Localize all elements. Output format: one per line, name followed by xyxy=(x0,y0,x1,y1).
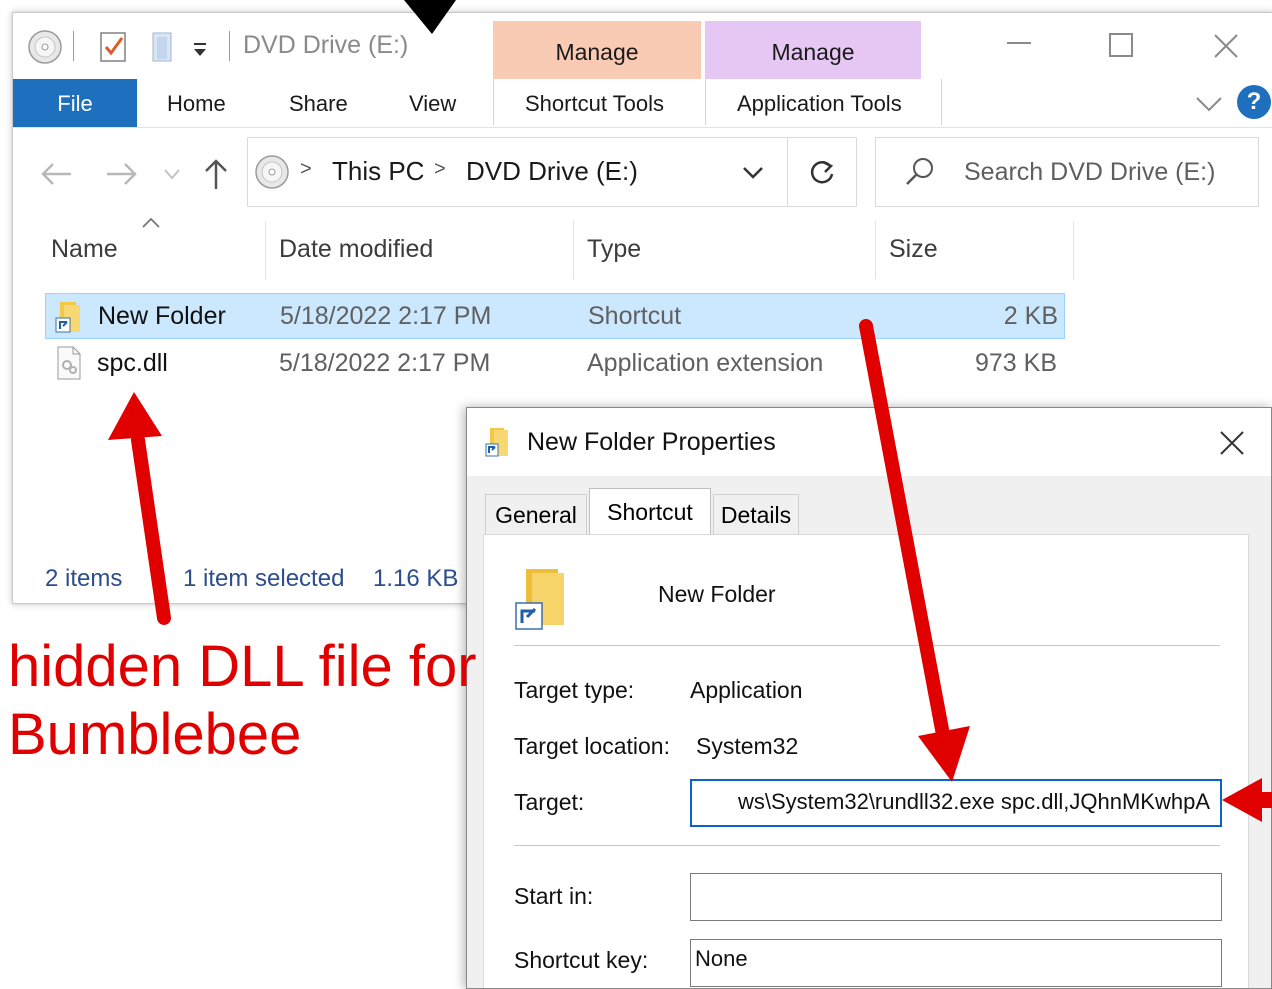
minimize-icon[interactable] xyxy=(1007,41,1033,45)
ribbon-bottom-border xyxy=(13,127,1272,128)
target-type-label: Target type: xyxy=(514,677,635,703)
breadcrumb-dvd-drive[interactable]: DVD Drive (E:) xyxy=(466,156,638,187)
target-field[interactable]: ws\System32\rundll32.exe spc.dll,JQhnMKw… xyxy=(690,779,1222,827)
tab-application-tools[interactable]: Application Tools xyxy=(737,91,902,117)
search-icon xyxy=(906,158,933,185)
status-item-count: 2 items xyxy=(45,565,123,592)
properties-check-icon[interactable] xyxy=(99,29,129,63)
manage-application-label: Manage xyxy=(771,39,855,65)
file-tab-label: File xyxy=(57,91,93,116)
dvd-icon[interactable] xyxy=(27,29,63,65)
target-location-label: Target location: xyxy=(514,733,670,759)
annotation-line-2: Bumblebee xyxy=(8,702,302,767)
folder-icon[interactable] xyxy=(149,31,175,65)
maximize-icon[interactable] xyxy=(1109,33,1135,59)
address-bar[interactable]: > This PC > DVD Drive (E:) xyxy=(247,137,789,207)
shortcut-key-field[interactable]: None xyxy=(690,939,1222,987)
panel-divider xyxy=(514,845,1220,846)
title-divider xyxy=(229,31,230,61)
recent-locations-icon[interactable] xyxy=(163,167,181,181)
column-header-name[interactable]: Name xyxy=(51,235,118,264)
refresh-button[interactable] xyxy=(787,137,857,207)
column-header-size[interactable]: Size xyxy=(889,235,938,264)
file-size: 973 KB xyxy=(974,349,1057,377)
window-title: DVD Drive (E:) xyxy=(243,31,409,59)
dropdown-icon[interactable] xyxy=(191,41,209,59)
sort-up-icon xyxy=(142,217,160,228)
ribbon-divider xyxy=(941,79,942,125)
tab-view[interactable]: View xyxy=(409,91,456,117)
chevron-down-icon[interactable] xyxy=(1195,95,1223,113)
help-icon[interactable]: ? xyxy=(1237,85,1271,119)
tab-home[interactable]: Home xyxy=(167,91,226,117)
target-label: Target: xyxy=(514,789,585,815)
shortcut-folder-icon xyxy=(485,428,508,457)
manage-shortcut-header[interactable]: Manage xyxy=(493,21,701,79)
file-date: 5/18/2022 2:17 PM xyxy=(280,302,492,330)
panel-divider xyxy=(514,645,1220,646)
breadcrumb-this-pc[interactable]: This PC xyxy=(332,156,424,187)
help-label: ? xyxy=(1246,88,1262,115)
quick-access-divider xyxy=(73,31,74,61)
tab-shortcut-tools[interactable]: Shortcut Tools xyxy=(525,91,664,117)
tab-details[interactable]: Details xyxy=(713,494,799,534)
column-header-type[interactable]: Type xyxy=(587,235,641,264)
breadcrumb-separator: > xyxy=(434,158,446,180)
target-field-value: ws\System32\rundll32.exe spc.dll,JQhnMKw… xyxy=(738,789,1210,814)
file-row-spc-dll[interactable]: spc.dll 5/18/2022 2:17 PM Application ex… xyxy=(45,341,1065,387)
shortcut-folder-icon xyxy=(515,569,564,630)
shortcut-key-value: None xyxy=(695,946,748,971)
tab-general[interactable]: General xyxy=(485,494,587,534)
up-arrow-icon[interactable] xyxy=(203,157,229,191)
target-location-value: System32 xyxy=(696,733,799,759)
column-divider xyxy=(875,221,876,279)
shortcut-name: New Folder xyxy=(658,581,776,607)
tab-share[interactable]: Share xyxy=(289,91,348,117)
dialog-title: New Folder Properties xyxy=(527,428,776,456)
ribbon-divider xyxy=(705,79,706,125)
manage-shortcut-label: Manage xyxy=(555,39,639,65)
column-header-date-modified[interactable]: Date modified xyxy=(279,235,433,264)
search-placeholder: Search DVD Drive (E:) xyxy=(964,158,1216,186)
ribbon-divider xyxy=(493,79,494,125)
manage-application-header[interactable]: Manage xyxy=(705,21,921,79)
shortcut-key-label: Shortcut key: xyxy=(514,947,649,973)
target-type-value: Application xyxy=(690,677,803,703)
properties-dialog: New Folder Properties General Shortcut D… xyxy=(466,407,1272,989)
start-in-field[interactable] xyxy=(690,873,1222,921)
close-icon[interactable] xyxy=(1219,430,1245,456)
file-tab[interactable]: File xyxy=(13,79,137,127)
forward-arrow-icon[interactable] xyxy=(105,161,139,187)
back-arrow-icon[interactable] xyxy=(39,161,73,187)
search-box[interactable]: Search DVD Drive (E:) xyxy=(875,137,1259,207)
status-selected-size: 1.16 KB xyxy=(373,565,459,592)
column-divider xyxy=(573,221,574,279)
column-divider xyxy=(265,221,266,279)
breadcrumb-separator: > xyxy=(300,158,312,180)
start-in-label: Start in: xyxy=(514,883,594,909)
close-icon[interactable] xyxy=(1213,33,1239,59)
status-selected-count: 1 item selected xyxy=(183,565,345,592)
file-row-new-folder[interactable]: New Folder 5/18/2022 2:17 PM Shortcut 2 … xyxy=(45,293,1065,339)
shortcut-folder-icon xyxy=(55,302,80,333)
shortcut-tab-panel: New Folder Target type: Application Targ… xyxy=(483,534,1249,988)
file-type: Application extension xyxy=(587,349,824,377)
file-name: spc.dll xyxy=(97,349,168,377)
tab-shortcut[interactable]: Shortcut xyxy=(589,488,711,536)
dialog-title-bar: New Folder Properties xyxy=(467,408,1271,476)
refresh-icon xyxy=(810,160,834,184)
annotation-line-1: hidden DLL file for xyxy=(8,634,477,699)
address-dropdown-icon[interactable] xyxy=(742,166,764,180)
column-divider xyxy=(1073,221,1074,279)
file-name: New Folder xyxy=(98,302,226,330)
file-size: 2 KB xyxy=(1003,302,1058,330)
file-date: 5/18/2022 2:17 PM xyxy=(279,349,491,377)
file-type: Shortcut xyxy=(588,302,682,330)
dvd-icon xyxy=(255,155,289,189)
dll-file-icon xyxy=(57,346,81,380)
